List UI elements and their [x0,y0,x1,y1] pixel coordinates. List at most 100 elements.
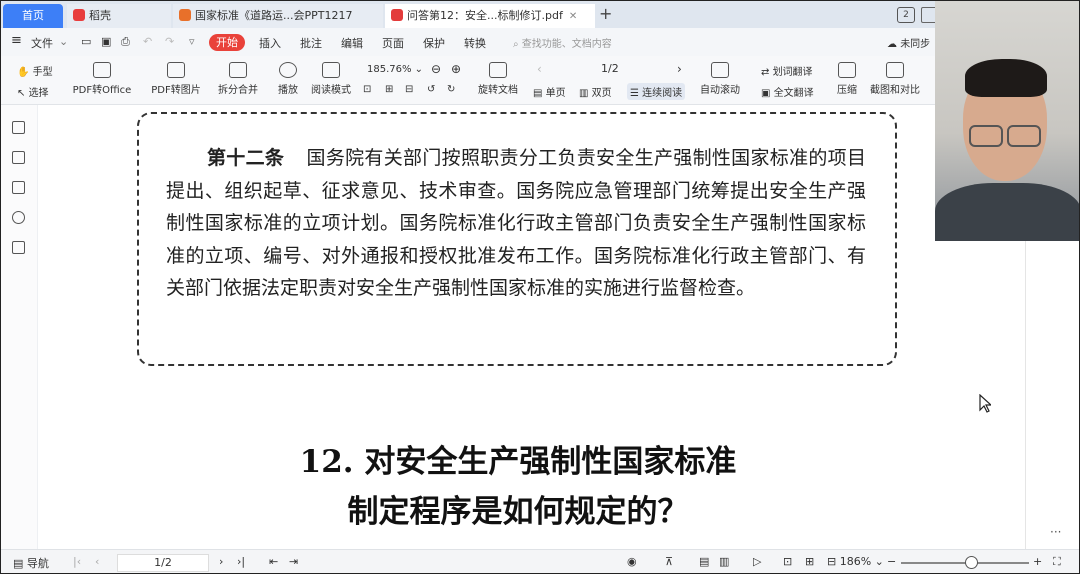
single-page-button[interactable]: ▤ 单页 [533,84,566,99]
actual-size-icon[interactable]: ⊞ [385,84,393,95]
window-count-badge[interactable]: 2 [897,7,915,23]
page-indicator[interactable]: 1/2 [601,62,619,75]
menu-bar: ≡ 文件 ⌄ ▭ ▣ ⎙ ↶ ↷ ▿ 开始 插入 批注 编辑 页面 保护 转换 … [1,28,1079,57]
next-page-status-icon[interactable]: › [219,555,223,568]
article-text: 国务院有关部门按照职责分工负责安全生产强制性国家标准的项目提出、组织起草、征求意… [166,147,866,300]
last-page-icon[interactable]: ›| [237,555,245,568]
prev-page-status-icon[interactable]: ‹ [95,555,99,568]
hamburger-icon[interactable]: ≡ [11,33,22,48]
play-status-icon[interactable]: ▷ [753,555,761,568]
save-icon[interactable]: ▣ [101,35,111,48]
new-tab-icon[interactable]: + [599,4,612,23]
tab-pdf-document[interactable]: 问答第12：安全...标制修订.pdf ✕ [385,4,595,28]
zoom-out-status-icon[interactable]: − [887,555,896,568]
navigation-label: 导航 [26,557,49,570]
fit-width-icon[interactable]: ⊡ [363,84,371,95]
hand-icon: ✋ [17,67,33,78]
more-options-icon[interactable]: ··· [1050,525,1061,539]
zoom-out-icon[interactable]: ⊖ [431,62,441,76]
compress-button[interactable]: 压缩 [833,62,861,96]
single-page-label: 单页 [545,88,566,99]
article-label: 第十二条 [207,147,285,169]
search-placeholder: 查找功能、文档内容 [521,39,612,50]
actual-size-status-icon[interactable]: ⊡ [783,555,792,568]
tab-convert[interactable]: 转换 [464,35,486,51]
full-translate-button[interactable]: ▣ 全文翻译 [761,84,814,99]
tab-protect[interactable]: 保护 [423,35,445,51]
document-view[interactable]: 第十二条 国务院有关部门按照职责分工负责安全生产强制性国家标准的项目提出、组织起草… [38,105,1025,549]
redo-icon[interactable]: ↷ [165,35,174,48]
zoom-in-status-icon[interactable]: + [1033,555,1042,568]
attachment-icon[interactable] [12,211,25,224]
back-icon[interactable]: ⇤ [269,555,278,568]
page-number-input[interactable]: 1/2 [117,554,209,572]
full-translate-icon: ▣ [761,88,774,99]
hand-tool[interactable]: ✋ 手型 [17,63,53,78]
play-button[interactable]: 播放 [275,62,301,96]
pdf-to-image-button[interactable]: PDF转图片 [149,62,203,96]
full-translate-label: 全文翻译 [773,88,814,99]
search-box[interactable]: ⌕ 查找功能、文档内容 [513,35,612,50]
select-tool[interactable]: ↖ 选择 [17,84,49,99]
fullscreen-icon[interactable]: ⛶ [1053,555,1061,569]
print-icon[interactable]: ⎙ [121,35,130,49]
tab-page[interactable]: 页面 [382,35,404,51]
undo-icon[interactable]: ↶ [143,35,152,48]
file-menu[interactable]: 文件 [31,35,53,51]
tab-start[interactable]: 开始 [209,34,245,51]
tab-insert[interactable]: 插入 [259,35,281,51]
article-box: 第十二条 国务院有关部门按照职责分工负责安全生产强制性国家标准的项目提出、组织起草… [137,112,897,366]
translate-button[interactable]: ⇄ 划词翻译 [761,63,813,78]
navigation-button[interactable]: ▤ 导航 [13,555,49,571]
prev-page-icon[interactable]: ‹ [537,62,542,76]
screenshot-compare-button[interactable]: 截图和对比 [867,62,923,96]
tab-edit[interactable]: 编辑 [341,35,363,51]
thumbnail-icon[interactable] [12,151,25,164]
open-folder-icon[interactable]: ▭ [81,35,91,48]
zoom-slider-handle[interactable] [965,556,978,569]
signature-icon[interactable] [12,241,25,254]
double-page-button[interactable]: ▥ 双页 [579,84,612,99]
next-page-icon[interactable]: › [677,62,682,76]
read-mode-button[interactable]: 阅读模式 [309,62,353,96]
fit-icon: ⊟ [827,555,840,568]
presenter-shoulders [935,183,1079,241]
pdf-to-office-label: PDF转Office [72,85,132,96]
pdf-to-office-button[interactable]: PDF转Office [71,62,133,96]
navigation-icon: ▤ [13,557,27,570]
fit-page-status-icon[interactable]: ⊞ [805,555,814,568]
tab-annotate[interactable]: 批注 [300,35,322,51]
eye-protection-icon[interactable]: ◉ [627,555,637,568]
single-page-status-icon[interactable]: ▤ [699,555,709,568]
rotate-document-button[interactable]: 旋转文档 [475,62,521,96]
rotate-document-icon [489,62,507,78]
rotate-left-icon[interactable]: ↺ [427,84,435,95]
first-page-icon[interactable]: |‹ [73,555,81,568]
customize-icon[interactable]: ▿ [189,35,195,48]
double-page-status-icon[interactable]: ▥ [719,555,729,568]
tab-ppt-document[interactable]: 国家标准《道路运...会PPT1217 [173,4,383,28]
zoom-level[interactable]: ⊟ 186% ⌄ [827,555,884,568]
sync-status[interactable]: ☁ 未同步 [887,35,930,50]
continuous-read-label: 连续阅读 [642,88,683,99]
chevron-down-icon[interactable]: ⌄ [59,35,68,48]
close-tab-icon[interactable]: ✕ [569,11,577,22]
app-window: 首页 稻壳 国家标准《道路运...会PPT1217 问答第12：安全...标制修… [0,0,1080,574]
fit-page-icon[interactable]: ⊟ [405,84,413,95]
rotate-right-icon[interactable]: ↻ [447,84,455,95]
comment-icon[interactable] [12,181,25,194]
question-heading-line1: 12. 对安全生产强制性国家标准 [299,444,737,480]
continuous-read-button[interactable]: ☰ 连续阅读 [627,83,686,100]
zoom-select[interactable]: 185.76% ⌄ [367,64,423,75]
tab-home[interactable]: 首页 [3,4,63,28]
fit-width-status-icon[interactable]: ⊼ [665,555,673,568]
zoom-in-icon[interactable]: ⊕ [451,62,461,76]
bookmark-icon[interactable] [12,121,25,134]
auto-scroll-button[interactable]: 自动滚动 [697,62,743,96]
forward-icon[interactable]: ⇥ [289,555,298,568]
screenshot-compare-label: 截图和对比 [870,85,920,96]
tab-docer[interactable]: 稻壳 [67,4,171,28]
split-merge-button[interactable]: 拆分合并 [213,62,263,96]
split-merge-icon [229,62,247,78]
hand-tool-label: 手型 [32,67,53,78]
